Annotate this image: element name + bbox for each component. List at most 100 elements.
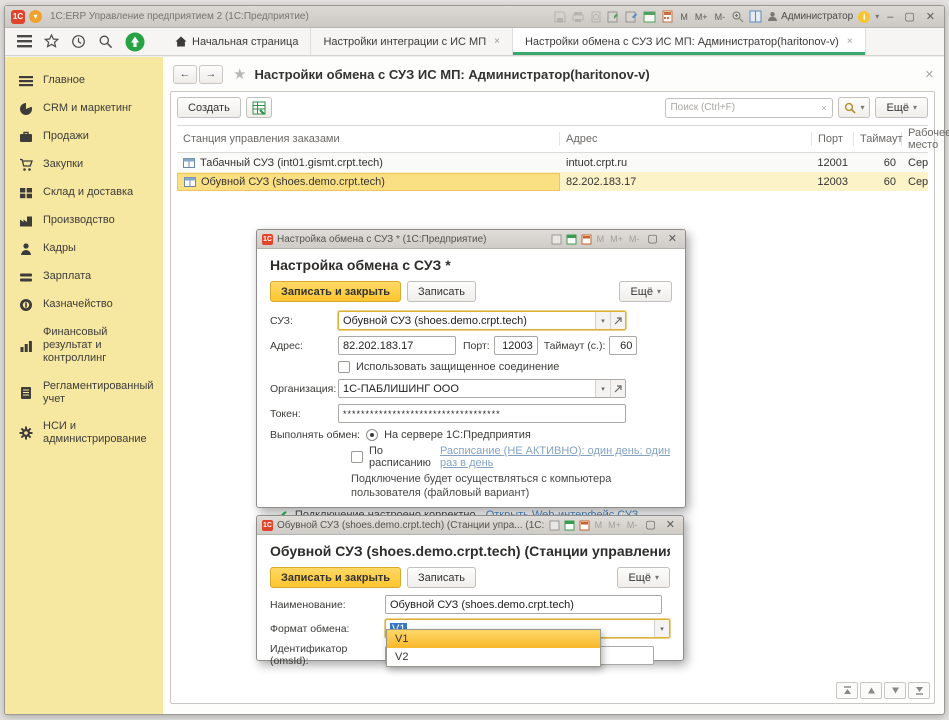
save-icon[interactable] bbox=[549, 520, 560, 531]
on-server-radio[interactable] bbox=[366, 429, 378, 441]
secure-connection-checkbox[interactable] bbox=[338, 361, 350, 373]
sidebar-item-purchases[interactable]: Закупки bbox=[5, 151, 163, 179]
search-options-button[interactable]: ▾ bbox=[838, 97, 870, 118]
receive-icon[interactable] bbox=[625, 10, 638, 23]
print-icon[interactable] bbox=[571, 10, 584, 23]
memory-m-plus-button[interactable]: M+ bbox=[694, 12, 709, 22]
create-button[interactable]: Создать bbox=[177, 97, 241, 118]
save-button[interactable]: Записать bbox=[407, 281, 476, 302]
back-button[interactable]: ← bbox=[173, 65, 197, 84]
current-user[interactable]: Администратор bbox=[767, 11, 853, 22]
timeout-input[interactable]: 60 bbox=[609, 336, 637, 355]
history-icon[interactable] bbox=[71, 34, 86, 49]
calculator-icon[interactable] bbox=[579, 520, 590, 531]
zoom-icon[interactable] bbox=[731, 10, 744, 23]
more-button[interactable]: Ещё▾ bbox=[875, 97, 928, 118]
columns-icon[interactable] bbox=[749, 10, 762, 23]
sidebar-item-financial-result[interactable]: Финансовый результат и контроллинг bbox=[5, 319, 163, 373]
dropdown-option-v2[interactable]: V2 bbox=[387, 648, 600, 666]
calendar-icon[interactable] bbox=[566, 234, 577, 245]
schedule-checkbox[interactable] bbox=[351, 451, 363, 463]
token-input[interactable]: *********************************** bbox=[338, 404, 626, 423]
main-menu-button[interactable]: ▾ bbox=[29, 10, 42, 23]
maximize-button[interactable]: ▢ bbox=[642, 519, 658, 531]
table-row-selected[interactable]: Обувной СУЗ (shoes.demo.crpt.tech) 82.20… bbox=[177, 172, 928, 191]
chevron-down-icon[interactable]: ▾ bbox=[875, 12, 879, 21]
scroll-first-button[interactable] bbox=[836, 682, 858, 699]
calculator-icon[interactable] bbox=[581, 234, 592, 245]
search-icon[interactable] bbox=[98, 34, 113, 49]
briefcase-icon bbox=[19, 130, 33, 144]
memory-m-minus-button: M- bbox=[626, 520, 639, 530]
favorites-star-icon[interactable] bbox=[44, 34, 59, 49]
sidebar-item-regulated-accounting[interactable]: Регламентированный учет bbox=[5, 373, 163, 413]
sidebar-item-main[interactable]: Главное bbox=[5, 67, 163, 95]
info-icon[interactable]: i bbox=[858, 11, 870, 23]
scroll-down-button[interactable] bbox=[884, 682, 906, 699]
open-item-icon[interactable] bbox=[610, 380, 625, 397]
more-button[interactable]: Ещё▾ bbox=[617, 567, 670, 588]
scroll-last-button[interactable] bbox=[908, 682, 930, 699]
port-input[interactable]: 12003 bbox=[494, 336, 538, 355]
column-header[interactable]: Адрес bbox=[560, 132, 812, 146]
tab-home[interactable]: Начальная страница bbox=[163, 28, 311, 55]
column-header[interactable]: Рабочее место bbox=[902, 126, 949, 152]
dropdown-option-v1[interactable]: V1 bbox=[387, 630, 600, 648]
save-and-close-button[interactable]: Записать и закрыть bbox=[270, 567, 401, 588]
suz-combo[interactable]: Обувной СУЗ (shoes.demo.crpt.tech) ▾ bbox=[338, 311, 626, 330]
calculator-icon[interactable] bbox=[661, 10, 674, 23]
favorite-star-icon[interactable]: ★ bbox=[233, 65, 246, 83]
save-and-close-button[interactable]: Записать и закрыть bbox=[270, 281, 401, 302]
tab-exchange-settings[interactable]: Настройки обмена с СУЗ ИС МП: Администра… bbox=[513, 28, 866, 55]
maximize-button[interactable]: ▢ bbox=[644, 233, 660, 245]
tab-close-icon[interactable]: × bbox=[494, 36, 500, 47]
organization-combo[interactable]: 1С-ПАБЛИШИНГ ООО ▾ bbox=[338, 379, 626, 398]
dropdown-arrow-icon[interactable]: ▾ bbox=[595, 312, 610, 329]
tab-integration-settings[interactable]: Настройки интеграции с ИС МП × bbox=[311, 28, 513, 55]
more-button[interactable]: Ещё▾ bbox=[619, 281, 672, 302]
schedule-link[interactable]: Расписание (НЕ АКТИВНО): один день; один… bbox=[440, 445, 672, 469]
quick-tools bbox=[5, 28, 163, 55]
save-icon[interactable] bbox=[551, 234, 562, 245]
close-button[interactable]: ✕ bbox=[923, 11, 938, 23]
clear-search-icon[interactable]: × bbox=[819, 103, 828, 113]
save-button[interactable]: Записать bbox=[407, 567, 476, 588]
dropdown-arrow-icon[interactable]: ▾ bbox=[654, 620, 669, 637]
close-button[interactable]: ✕ bbox=[665, 233, 680, 245]
menu-grid-icon[interactable] bbox=[17, 34, 32, 49]
memory-m-minus-button[interactable]: M- bbox=[714, 12, 727, 22]
performance-icon[interactable] bbox=[125, 32, 145, 52]
sidebar-item-payroll[interactable]: Зарплата bbox=[5, 263, 163, 291]
maximize-button[interactable]: ▢ bbox=[901, 11, 917, 23]
scroll-up-button[interactable] bbox=[860, 682, 882, 699]
page-close-icon[interactable]: ✕ bbox=[925, 68, 934, 81]
sidebar-item-production[interactable]: Производство bbox=[5, 207, 163, 235]
column-header[interactable]: Таймаут bbox=[854, 132, 902, 146]
open-item-icon[interactable] bbox=[610, 312, 625, 329]
sidebar-item-treasury[interactable]: Казначейство bbox=[5, 291, 163, 319]
column-header[interactable]: Порт bbox=[812, 132, 854, 146]
tab-close-icon[interactable]: × bbox=[847, 36, 853, 47]
print-preview-icon[interactable] bbox=[589, 10, 602, 23]
send-icon[interactable] bbox=[607, 10, 620, 23]
1c-logo-icon: 1С bbox=[262, 520, 273, 531]
name-input[interactable]: Обувной СУЗ (shoes.demo.crpt.tech) bbox=[385, 595, 662, 614]
calendar-icon[interactable] bbox=[643, 10, 656, 23]
address-input[interactable]: 82.202.183.17 bbox=[338, 336, 456, 355]
column-header[interactable]: Станция управления заказами bbox=[177, 132, 560, 146]
dropdown-arrow-icon[interactable]: ▾ bbox=[595, 380, 610, 397]
sidebar-item-warehouse[interactable]: Склад и доставка bbox=[5, 179, 163, 207]
output-list-button[interactable] bbox=[246, 97, 272, 118]
minimize-button[interactable]: – bbox=[884, 11, 896, 23]
sidebar-item-crm[interactable]: CRM и маркетинг bbox=[5, 95, 163, 123]
table-row[interactable]: Табачный СУЗ (int01.gismt.crpt.tech) int… bbox=[177, 153, 928, 172]
memory-m-button[interactable]: M bbox=[679, 12, 689, 22]
save-icon[interactable] bbox=[553, 10, 566, 23]
calendar-icon[interactable] bbox=[564, 520, 575, 531]
forward-button[interactable]: → bbox=[199, 65, 223, 84]
search-input[interactable] bbox=[670, 102, 819, 113]
sidebar-item-sales[interactable]: Продажи bbox=[5, 123, 163, 151]
close-button[interactable]: ✕ bbox=[663, 519, 678, 531]
sidebar-item-hr[interactable]: Кадры bbox=[5, 235, 163, 263]
sidebar-item-nsi-administration[interactable]: НСИ и администрирование bbox=[5, 413, 163, 453]
